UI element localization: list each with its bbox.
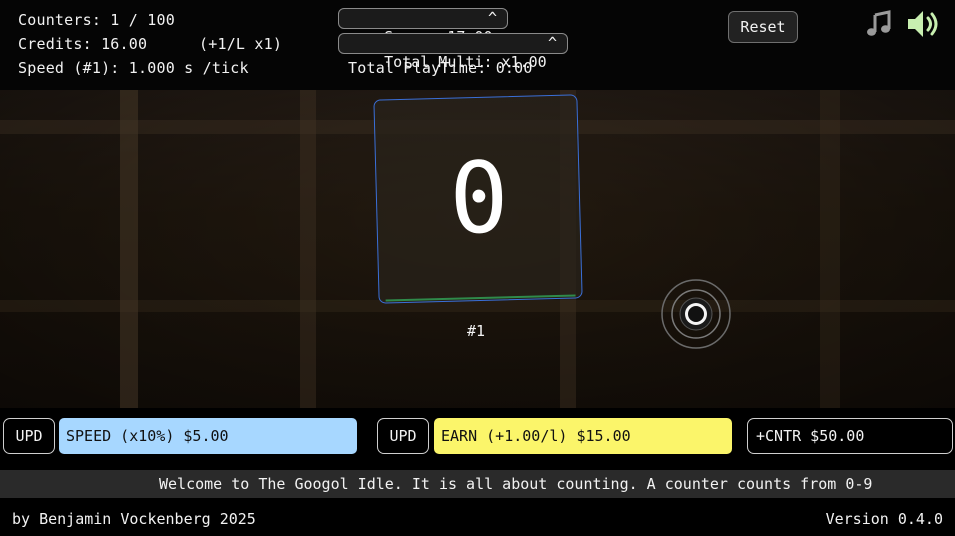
music-note-icon[interactable] bbox=[865, 10, 893, 38]
speaker-volume-icon[interactable] bbox=[906, 8, 940, 40]
counter-label: #1 bbox=[466, 322, 486, 340]
total-multi-caret-icon: ^ bbox=[547, 34, 557, 52]
background-beam bbox=[300, 90, 316, 408]
speed-stat: Speed (#1): 1.000 s /tick bbox=[18, 59, 249, 77]
reset-button[interactable]: Reset bbox=[728, 11, 798, 43]
speed-upgrade-button[interactable]: SPEED (x10%) $5.00 bbox=[59, 418, 357, 454]
upd-earn-button[interactable]: UPD bbox=[377, 418, 429, 454]
version-label: Version 0.4.0 bbox=[825, 510, 943, 528]
ticker-text: Welcome to The Googol Idle. It is all ab… bbox=[159, 475, 873, 493]
credits-stat: Credits: 16.00 bbox=[18, 35, 148, 53]
target-ring-icon[interactable] bbox=[660, 278, 732, 350]
counter-digit: 0 bbox=[448, 141, 510, 257]
add-counter-button[interactable]: +CNTR $50.00 bbox=[747, 418, 953, 454]
total-multi-pill[interactable]: Total Multi: x1.00 ^ bbox=[338, 33, 568, 71]
background-beam bbox=[820, 90, 840, 408]
news-ticker: Welcome to The Googol Idle. It is all ab… bbox=[0, 470, 955, 498]
footer: by Benjamin Vockenberg 2025 Version 0.4.… bbox=[0, 498, 955, 536]
counters-stat: Counters: 1 / 100 bbox=[18, 11, 175, 29]
upd-speed-button[interactable]: UPD bbox=[3, 418, 55, 454]
counter-card[interactable]: 0 bbox=[373, 94, 583, 304]
credit-rate-stat: (+1/L x1) bbox=[199, 35, 283, 53]
top-bar: Counters: 1 / 100 Credits: 16.00 (+1/L x… bbox=[0, 0, 955, 90]
background-beam bbox=[0, 300, 955, 312]
score-caret-icon: ^ bbox=[487, 9, 497, 27]
background-beam bbox=[120, 90, 138, 408]
earn-upgrade-button[interactable]: EARN (+1.00/l) $15.00 bbox=[434, 418, 732, 454]
author-credit: by Benjamin Vockenberg 2025 bbox=[12, 510, 256, 528]
upgrade-row: UPD SPEED (x10%) $5.00 UPD EARN (+1.00/l… bbox=[0, 408, 955, 470]
playtime-stat: Total PlayTime: 0:00 bbox=[348, 59, 533, 77]
score-pill[interactable]: Score: 17.00 ^ bbox=[338, 8, 508, 46]
play-area: 0 #1 bbox=[0, 90, 955, 408]
